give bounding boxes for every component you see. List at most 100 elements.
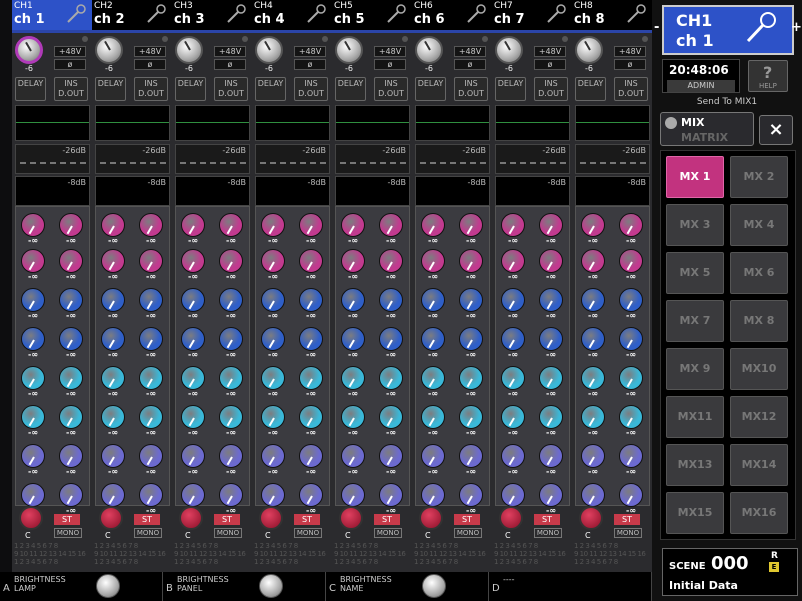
send-level-knob[interactable] [619, 444, 643, 468]
send-level-knob[interactable] [219, 249, 243, 273]
stereo-button[interactable]: ST [134, 514, 160, 525]
matrix-button[interactable]: MX13 [666, 444, 724, 486]
selected-channel-display[interactable]: CH1 ch 1 [662, 5, 794, 55]
send-level-knob[interactable] [21, 213, 45, 237]
send-level-knob[interactable] [501, 288, 525, 312]
insert-dout-button[interactable]: INS D.OUT [214, 77, 248, 101]
eq-graph[interactable] [255, 105, 330, 141]
stereo-button[interactable]: ST [214, 514, 240, 525]
send-level-knob[interactable] [261, 405, 285, 429]
send-level-knob[interactable] [539, 288, 563, 312]
send-level-knob[interactable] [459, 213, 483, 237]
send-level-knob[interactable] [581, 249, 605, 273]
send-level-knob[interactable] [341, 366, 365, 390]
channel-header[interactable]: CH6 ch 6 [412, 0, 492, 33]
send-level-knob[interactable] [299, 483, 323, 507]
phantom-power-button[interactable]: +48V [54, 46, 86, 57]
send-level-knob[interactable] [379, 288, 403, 312]
send-level-knob[interactable] [379, 444, 403, 468]
send-level-knob[interactable] [21, 327, 45, 351]
send-level-knob[interactable] [459, 327, 483, 351]
delay-button[interactable]: DELAY [415, 77, 446, 101]
send-level-knob[interactable] [139, 405, 163, 429]
user-knob-slot[interactable]: D ---- [489, 572, 652, 601]
gate-display[interactable]: -26dB [575, 144, 650, 174]
send-level-knob[interactable] [261, 327, 285, 351]
send-level-knob[interactable] [379, 327, 403, 351]
comp-display[interactable]: -8dB [415, 176, 490, 206]
send-level-knob[interactable] [459, 483, 483, 507]
phase-button[interactable]: ø [614, 59, 646, 70]
send-level-knob[interactable] [261, 213, 285, 237]
stereo-button[interactable]: ST [374, 514, 400, 525]
send-level-knob[interactable] [219, 405, 243, 429]
send-level-knob[interactable] [181, 327, 205, 351]
send-level-knob[interactable] [539, 366, 563, 390]
stereo-button[interactable]: ST [54, 514, 80, 525]
send-level-knob[interactable] [421, 288, 445, 312]
phase-button[interactable]: ø [374, 59, 406, 70]
mono-button[interactable]: MONO [374, 528, 402, 538]
user-knob-slot[interactable]: C BRIGHTNESS NAME [326, 572, 489, 601]
mono-button[interactable]: MONO [454, 528, 482, 538]
send-level-knob[interactable] [261, 483, 285, 507]
send-level-knob[interactable] [379, 405, 403, 429]
send-level-knob[interactable] [21, 249, 45, 273]
send-level-knob[interactable] [21, 405, 45, 429]
send-level-knob[interactable] [299, 249, 323, 273]
gate-display[interactable]: -26dB [335, 144, 410, 174]
phantom-power-button[interactable]: +48V [214, 46, 246, 57]
gain-knob[interactable] [95, 36, 123, 64]
eq-graph[interactable] [575, 105, 650, 141]
delay-button[interactable]: DELAY [175, 77, 206, 101]
insert-dout-button[interactable]: INS D.OUT [454, 77, 488, 101]
send-level-knob[interactable] [581, 366, 605, 390]
channel-header[interactable]: CH1 ch 1 [12, 0, 92, 33]
gate-display[interactable]: -26dB [255, 144, 330, 174]
channel-header[interactable]: CH5 ch 5 [332, 0, 412, 33]
help-button[interactable]: ? HELP [748, 60, 788, 92]
pan-knob[interactable] [259, 506, 283, 530]
send-level-knob[interactable] [139, 327, 163, 351]
group-assign[interactable]: 1 2 3 4 5 6 7 8 9 10 11 12 13 14 15 16 1… [334, 542, 411, 566]
send-level-knob[interactable] [21, 288, 45, 312]
mix-matrix-toggle[interactable]: MIX MATRIX [660, 112, 754, 146]
send-level-knob[interactable] [341, 213, 365, 237]
send-level-knob[interactable] [219, 483, 243, 507]
matrix-button[interactable]: MX15 [666, 492, 724, 534]
comp-display[interactable]: -8dB [495, 176, 570, 206]
gain-knob[interactable] [15, 36, 43, 64]
stereo-button[interactable]: ST [614, 514, 640, 525]
user-knob-slot[interactable]: A BRIGHTNESS LAMP [0, 572, 163, 601]
scene-display[interactable]: SCENE 000 R E Initial Data [662, 548, 798, 596]
phase-button[interactable]: ø [54, 59, 86, 70]
send-level-knob[interactable] [619, 327, 643, 351]
send-level-knob[interactable] [379, 249, 403, 273]
matrix-button[interactable]: MX 7 [666, 300, 724, 342]
send-level-knob[interactable] [59, 483, 83, 507]
send-level-knob[interactable] [261, 444, 285, 468]
gate-display[interactable]: -26dB [15, 144, 90, 174]
channel-header[interactable]: CH3 ch 3 [172, 0, 252, 33]
channel-header[interactable]: CH7 ch 7 [492, 0, 572, 33]
send-level-knob[interactable] [539, 249, 563, 273]
gate-display[interactable]: -26dB [175, 144, 250, 174]
pan-knob[interactable] [419, 506, 443, 530]
phase-button[interactable]: ø [534, 59, 566, 70]
comp-display[interactable]: -8dB [95, 176, 170, 206]
phase-button[interactable]: ø [134, 59, 166, 70]
stereo-button[interactable]: ST [294, 514, 320, 525]
mono-button[interactable]: MONO [214, 528, 242, 538]
pan-knob[interactable] [499, 506, 523, 530]
user-knob-slot[interactable]: B BRIGHTNESS PANEL [163, 572, 326, 601]
matrix-button[interactable]: MX14 [730, 444, 788, 486]
send-level-knob[interactable] [501, 327, 525, 351]
send-level-knob[interactable] [299, 327, 323, 351]
matrix-button[interactable]: MX11 [666, 396, 724, 438]
send-level-knob[interactable] [181, 213, 205, 237]
send-level-knob[interactable] [581, 213, 605, 237]
send-level-knob[interactable] [101, 213, 125, 237]
matrix-button[interactable]: MX 4 [730, 204, 788, 246]
send-level-knob[interactable] [299, 405, 323, 429]
phase-button[interactable]: ø [214, 59, 246, 70]
